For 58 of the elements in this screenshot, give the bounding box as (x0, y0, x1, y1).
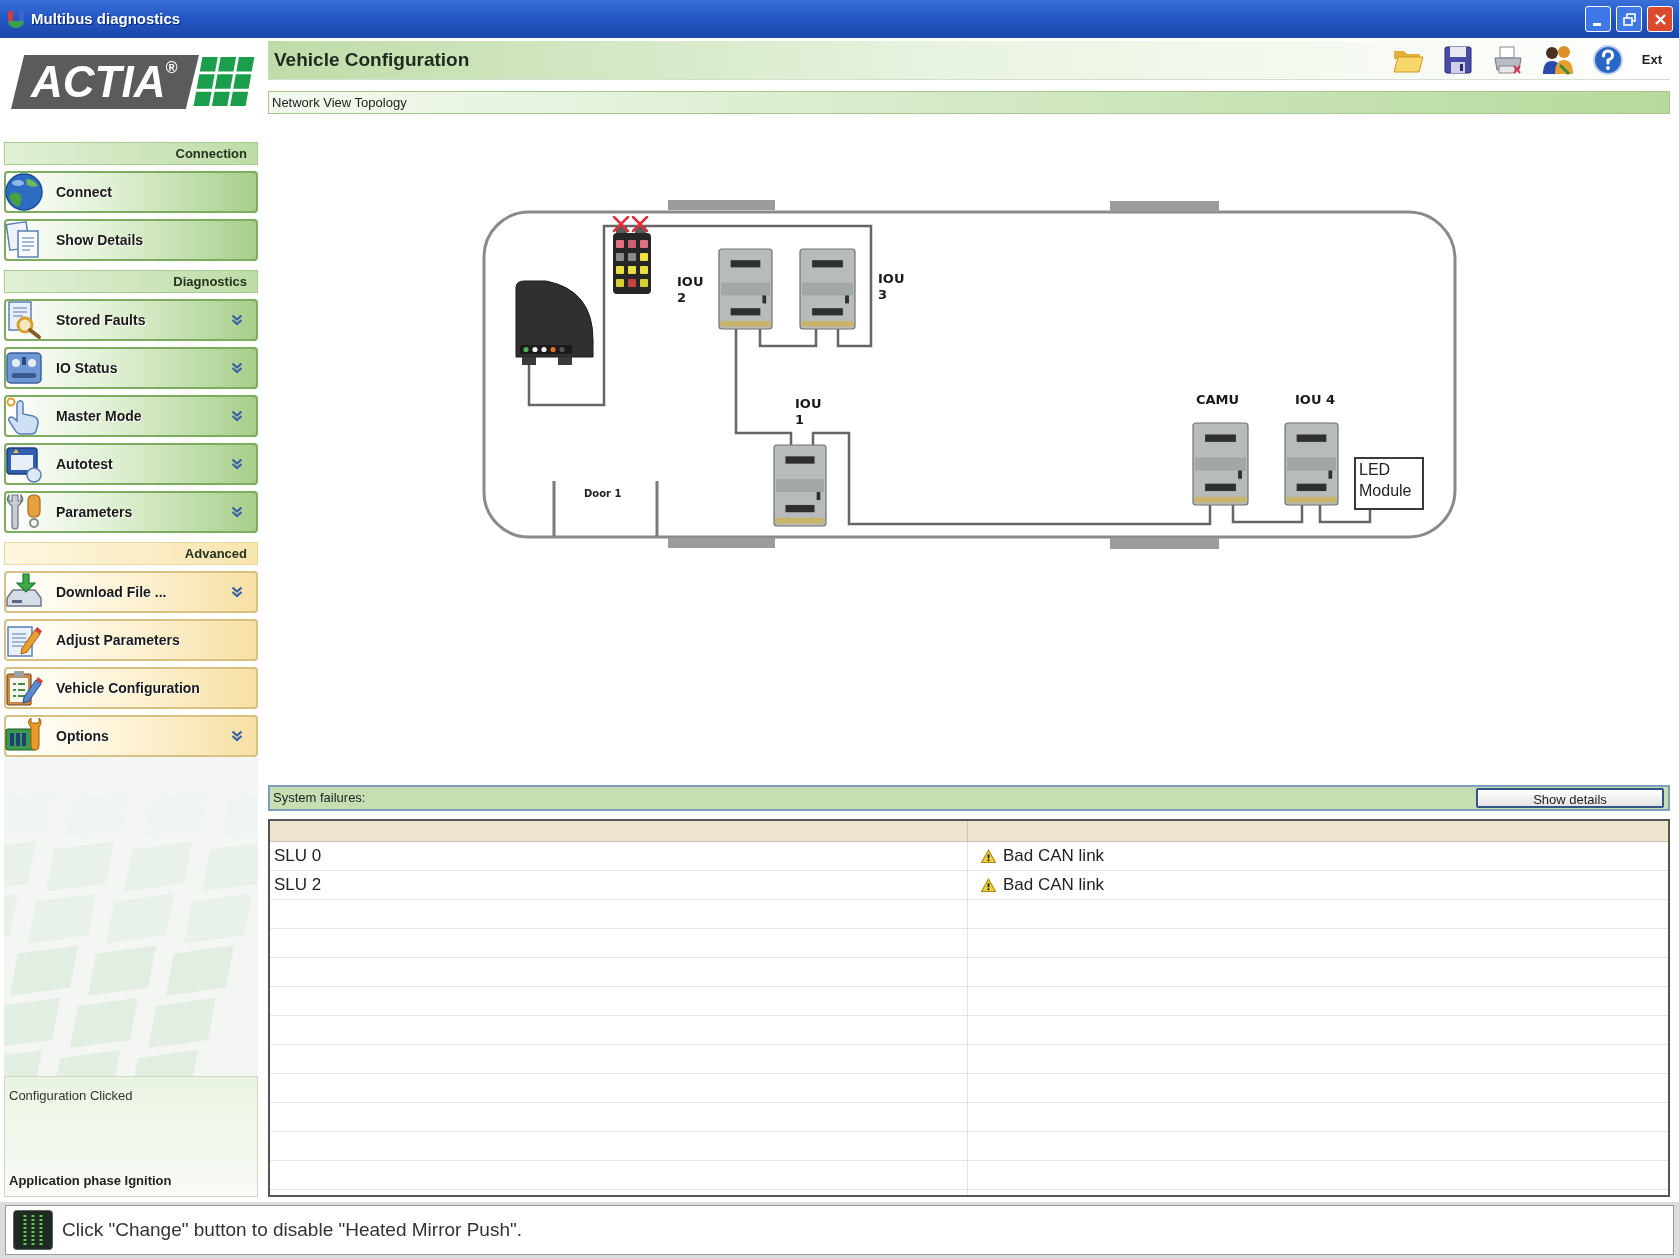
warning-icon (981, 849, 996, 863)
section-header: Advanced (4, 542, 258, 565)
brand-logo: ACTIA$^{®}$ (11, 55, 199, 109)
can-bus-wire (1318, 505, 1372, 524)
close-button[interactable] (1647, 6, 1673, 32)
led-grid-icon (13, 1210, 53, 1250)
door-post (552, 481, 556, 536)
sidebar-menu-button[interactable]: Show Details (4, 219, 258, 261)
topology-title-bar: Network View Topology (268, 91, 1670, 114)
help-icon[interactable] (1591, 44, 1624, 76)
sidebar-menu-button[interactable]: Stored Faults (4, 299, 258, 341)
node-label: IOU 2 (677, 274, 704, 306)
minimize-button[interactable] (1585, 6, 1611, 32)
door-label: Door 1 (584, 488, 622, 500)
sidebar-menu-button[interactable]: IO Status (4, 347, 258, 389)
section-header: Diagnostics (4, 270, 258, 293)
node-label: IOU 4 (1295, 392, 1335, 408)
show-details-button[interactable]: Show details (1476, 788, 1664, 808)
table-cell-text: Bad CAN link (1003, 874, 1105, 897)
wrench-icon (4, 492, 44, 532)
sidebar-menu-button[interactable]: Master Mode (4, 395, 258, 437)
app-logo-icon (6, 9, 26, 29)
status-text: Configuration Clicked (9, 1087, 134, 1105)
node-label: IOU 1 (795, 396, 822, 428)
close-icon (1653, 12, 1667, 26)
page-title: Vehicle Configuration (274, 47, 470, 72)
sidebar-menu-button[interactable]: Options (4, 715, 258, 757)
logo-grid-icon (193, 56, 255, 108)
printer-icon[interactable] (1491, 44, 1524, 76)
restore-button[interactable] (1616, 6, 1642, 32)
table-cell-text: Bad CAN link (1003, 845, 1105, 868)
save-icon[interactable] (1441, 44, 1474, 76)
globe-icon (4, 172, 44, 212)
sidebar-menu-button[interactable]: Autotest (4, 443, 258, 485)
window-title: Multibus diagnostics (31, 8, 181, 29)
warning-icon (981, 878, 996, 892)
node-label: CAMU (1196, 392, 1240, 408)
table-cell: SLU 0 (270, 842, 968, 870)
clipboard-pencil-icon (4, 668, 44, 708)
sidebar-menu-button[interactable]: Adjust Parameters (4, 619, 258, 661)
sidebar-menu-button[interactable]: Connect (4, 171, 258, 213)
exit-button[interactable]: Ext (1641, 50, 1662, 70)
sidebar-menu-button[interactable]: Parameters (4, 491, 258, 533)
window-icon (4, 444, 44, 484)
led-module: LED Module (1354, 457, 1424, 510)
table-cell: SLU 2 (270, 871, 968, 899)
restore-icon (1622, 12, 1636, 26)
sidebar-menu-button[interactable]: Download File ... (4, 571, 258, 613)
users-icon[interactable] (1541, 44, 1574, 76)
connector-module (613, 226, 651, 294)
minimize-icon (1592, 22, 1601, 26)
door-post (655, 481, 659, 536)
node-label: IOU 3 (878, 271, 905, 303)
phase-label: Application phase Ignition (9, 1171, 173, 1190)
sidebar-menu-button[interactable]: Vehicle Configuration (4, 667, 258, 709)
status-message: Click "Change" button to disable "Heated Mirror Push". (62, 1217, 522, 1242)
section-header: Connection (4, 142, 258, 165)
failures-title: System failures: (273, 789, 366, 808)
